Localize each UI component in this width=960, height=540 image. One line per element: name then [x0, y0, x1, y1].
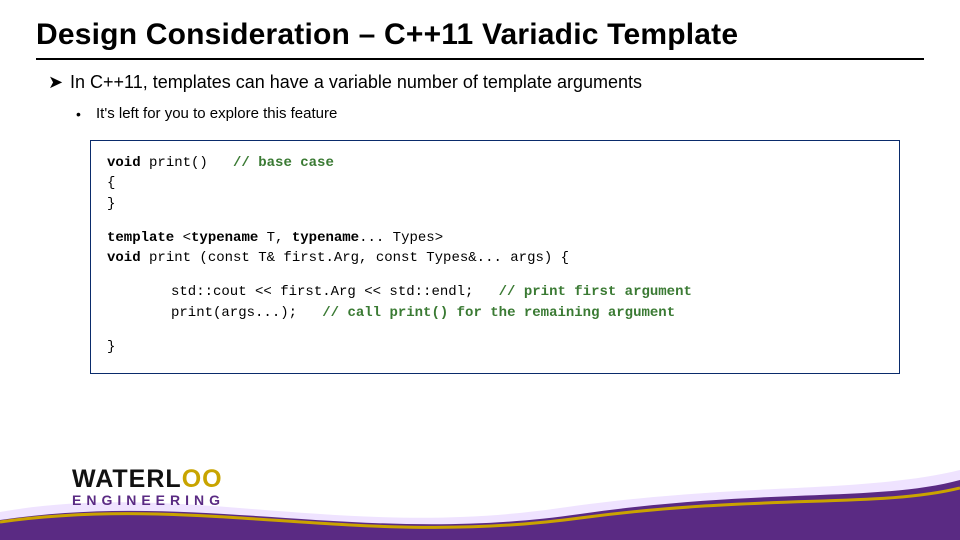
logo-text-accent: OO	[182, 465, 223, 493]
code-blank-line	[107, 323, 883, 337]
code-comment: // base case	[233, 155, 334, 171]
code-line: template <typename T, typename... Types>	[107, 228, 883, 248]
bullet-marker-icon: •	[76, 104, 96, 124]
code-line: std::cout << first.Arg << std::endl; // …	[107, 282, 883, 302]
bullet-text: It's left for you to explore this featur…	[96, 104, 337, 124]
code-line: {	[107, 173, 883, 193]
bullet-level1: ➤ In C++11, templates can have a variabl…	[48, 70, 912, 94]
code-blank-line	[107, 268, 883, 282]
code-blank-line	[107, 214, 883, 228]
code-keyword: void	[107, 155, 141, 171]
waterloo-logo: WATERLOO ENGINEERING	[72, 465, 225, 508]
code-text: std::cout << first.Arg << std::endl;	[171, 284, 499, 300]
code-line: void print (const T& first.Arg, const Ty…	[107, 248, 883, 268]
page-title: Design Consideration – C++11 Variadic Te…	[0, 0, 960, 58]
title-underline	[36, 58, 924, 60]
code-keyword: typename	[191, 230, 258, 246]
code-line: }	[107, 194, 883, 214]
code-text: T,	[258, 230, 292, 246]
code-text: {	[107, 175, 115, 191]
code-line: }	[107, 337, 883, 357]
code-keyword: void	[107, 250, 141, 266]
code-text: print (const T& first.Arg, const Types&.…	[141, 250, 569, 266]
bullet-marker-icon: ➤	[48, 70, 70, 94]
code-text: }	[107, 196, 115, 212]
logo-subtext: ENGINEERING	[72, 492, 225, 508]
code-text: print(args...);	[171, 305, 322, 321]
code-comment: // print first argument	[499, 284, 692, 300]
code-text: }	[107, 339, 115, 355]
logo-brand: WATERLOO	[72, 465, 225, 494]
code-text: print()	[141, 155, 233, 171]
code-block: void print() // base case { } template <…	[90, 140, 900, 374]
code-text: <	[174, 230, 191, 246]
logo-text: WATERL	[72, 465, 182, 493]
bullet-list: ➤ In C++11, templates can have a variabl…	[0, 70, 960, 124]
bullet-level2: • It's left for you to explore this feat…	[76, 104, 912, 124]
code-keyword: typename	[292, 230, 359, 246]
code-line: void print() // base case	[107, 153, 883, 173]
code-keyword: template	[107, 230, 174, 246]
code-line: print(args...); // call print() for the …	[107, 303, 883, 323]
code-text: ... Types>	[359, 230, 443, 246]
code-comment: // call print() for the remaining argume…	[322, 305, 675, 321]
bullet-text: In C++11, templates can have a variable …	[70, 70, 642, 94]
